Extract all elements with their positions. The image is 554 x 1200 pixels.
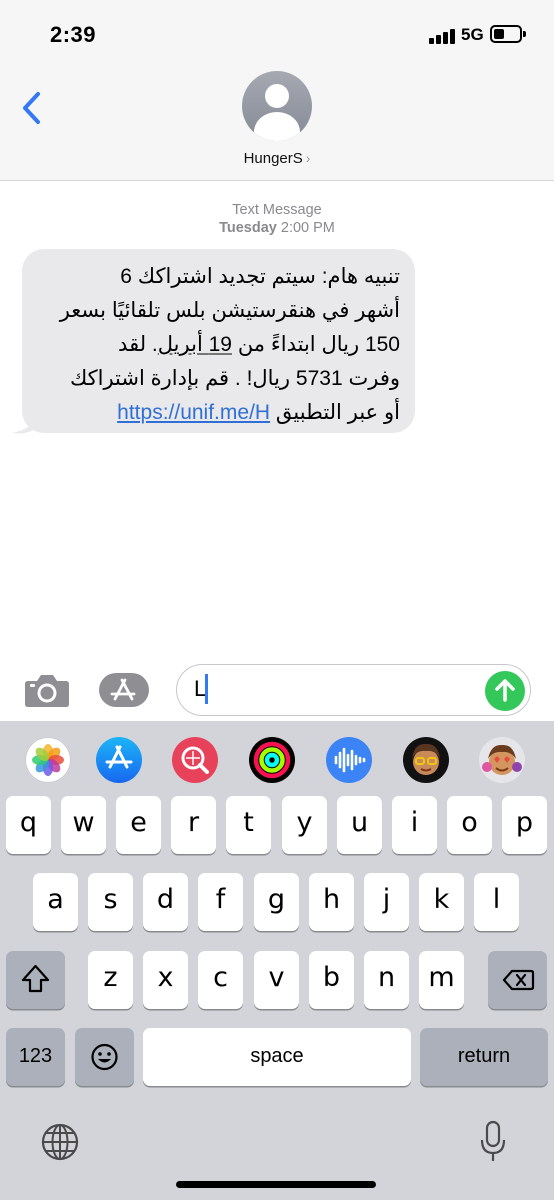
contact-name[interactable]: HungerS › (0, 150, 554, 167)
send-button[interactable] (485, 671, 525, 711)
timestamp-time: 2:00 PM (280, 220, 335, 236)
home-indicator[interactable] (176, 1181, 376, 1188)
key-q[interactable]: q (6, 796, 51, 854)
message-line-3-start: 150 ريال ابتداءً من (231, 333, 400, 356)
message-meta: Text Message Tuesday 2:00 PM (0, 201, 554, 237)
audio-message-icon[interactable] (326, 737, 372, 783)
status-time: 2:39 (50, 22, 97, 47)
text-cursor (205, 674, 208, 704)
status-bar: 2:39 5G (0, 0, 554, 70)
bubble-tail (12, 411, 40, 434)
message-timestamp: Tuesday 2:00 PM (0, 219, 554, 237)
key-t[interactable]: t (226, 796, 271, 854)
network-label: 5G (461, 25, 484, 44)
timestamp-day: Tuesday (219, 220, 277, 236)
globe-icon[interactable] (39, 1121, 81, 1163)
camera-icon[interactable] (24, 672, 70, 708)
key-r[interactable]: r (171, 796, 216, 854)
key-e[interactable]: e (116, 796, 161, 854)
message-line-3-end: . لقد (118, 333, 158, 356)
person-avatar-icon[interactable] (242, 71, 312, 141)
memoji-stickers-icon[interactable] (479, 737, 525, 783)
message-line-5-start: أو عبر التطبيق (270, 401, 400, 424)
numbers-key[interactable]: 123 (6, 1028, 65, 1086)
emoji-icon (91, 1043, 118, 1071)
activity-rings-icon[interactable] (249, 737, 295, 783)
key-i[interactable]: i (392, 796, 437, 854)
key-f[interactable]: f (198, 873, 243, 931)
message-line-3: 150 ريال ابتداءً من 19 أبريل. لقد (38, 328, 400, 362)
key-b[interactable]: b (309, 951, 354, 1009)
battery-tip (523, 31, 526, 37)
message-line-2: أشهر في هنقرستيشن بلس تلقائيًا بسعر (59, 299, 400, 322)
key-n[interactable]: n (364, 951, 409, 1009)
app-store-icon[interactable] (98, 672, 155, 708)
delete-backspace-icon (502, 969, 535, 991)
message-line-5: أو عبر التطبيق https://unif.me/H (38, 396, 400, 430)
key-d[interactable]: d (143, 873, 188, 931)
key-y[interactable]: y (282, 796, 327, 854)
shift-icon (21, 964, 50, 993)
image-search-icon[interactable] (172, 737, 218, 783)
chevron-right-icon: › (305, 150, 311, 166)
delete-key[interactable] (488, 951, 547, 1009)
battery-icon (490, 25, 522, 43)
message-line-1: تنبيه هام: سيتم تجديد اشتراكك 6 (120, 265, 400, 288)
key-j[interactable]: j (364, 873, 409, 931)
space-key[interactable]: space (143, 1028, 411, 1086)
microphone-icon[interactable] (478, 1119, 508, 1165)
key-a[interactable]: a (33, 873, 78, 931)
key-o[interactable]: o (447, 796, 492, 854)
emoji-key[interactable] (75, 1028, 134, 1086)
key-x[interactable]: x (143, 951, 188, 1009)
message-input[interactable] (176, 664, 531, 716)
message-url-link[interactable]: https://unif.me/H (117, 401, 270, 424)
message-text: تنبيه هام: سيتم تجديد اشتراكك 6 أشهر في … (38, 260, 400, 430)
key-w[interactable]: w (61, 796, 106, 854)
conversation-header: HungerS › (0, 70, 554, 181)
date-link[interactable]: 19 أبريل (158, 333, 232, 356)
return-key[interactable]: return (420, 1028, 548, 1086)
app-store-icon[interactable] (96, 737, 142, 783)
key-z[interactable]: z (88, 951, 133, 1009)
key-v[interactable]: v (254, 951, 299, 1009)
key-h[interactable]: h (309, 873, 354, 931)
chevron-left-icon[interactable] (18, 88, 48, 128)
arrow-up-icon (495, 679, 515, 702)
key-k[interactable]: k (419, 873, 464, 931)
photos-icon[interactable] (25, 737, 71, 783)
key-g[interactable]: g (254, 873, 299, 931)
shift-key[interactable] (6, 951, 65, 1009)
contact-name-label: HungerS (243, 150, 303, 167)
key-c[interactable]: c (198, 951, 243, 1009)
memoji-icon[interactable] (403, 737, 449, 783)
cellular-signal-icon (429, 28, 455, 44)
key-p[interactable]: p (502, 796, 547, 854)
key-l[interactable]: l (474, 873, 519, 931)
key-m[interactable]: m (419, 951, 464, 1009)
key-s[interactable]: s (88, 873, 133, 931)
key-u[interactable]: u (337, 796, 382, 854)
message-line-4: وفرت 5731 ريال! . قم بإدارة اشتراكك (69, 367, 400, 390)
message-type-label: Text Message (232, 202, 322, 218)
